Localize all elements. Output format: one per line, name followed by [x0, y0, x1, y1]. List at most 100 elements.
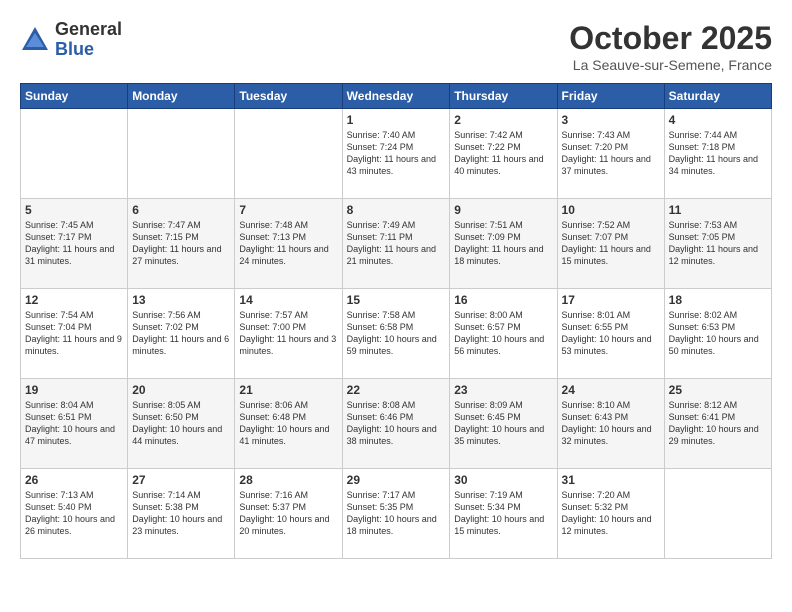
week-row-2: 12 Sunrise: 7:54 AM Sunset: 7:04 PM Dayli…: [21, 289, 772, 379]
calendar-cell: 16Sunrise: 8:00 AM Sunset: 6:57 PM Dayli…: [450, 289, 557, 379]
calendar-cell: 13Sunrise: 7:56 AM Sunset: 7:02 PM Dayli…: [128, 289, 235, 379]
day-number: 12: [25, 293, 123, 307]
day-number: 23: [454, 383, 552, 397]
day-number: 9: [454, 203, 552, 217]
day-info: Sunrise: 8:00 AM Sunset: 6:57 PM Dayligh…: [454, 309, 552, 358]
day-info: Sunrise: 7:16 AM Sunset: 5:37 PM Dayligh…: [239, 489, 337, 538]
day-number: 6: [132, 203, 230, 217]
calendar-cell: [128, 109, 235, 199]
day-info: Sunrise: 7:57 AM Sunset: 7:00 PM Dayligh…: [239, 309, 337, 358]
calendar-cell: 4Sunrise: 7:44 AM Sunset: 7:18 PM Daylig…: [664, 109, 771, 199]
day-number: 22: [347, 383, 446, 397]
day-info: Sunrise: 7:53 AM Sunset: 7:05 PM Dayligh…: [669, 219, 767, 268]
calendar-cell: 10 Sunrise: 7:52 AM Sunset: 7:07 PM Dayli…: [557, 199, 664, 289]
day-number: 7: [239, 203, 337, 217]
day-info: Sunrise: 7:14 AM Sunset: 5:38 PM Dayligh…: [132, 489, 230, 538]
weekday-header-sunday: Sunday: [21, 84, 128, 109]
calendar-cell: [235, 109, 342, 199]
calendar-cell: 2 Sunrise: 7:42 AM Sunset: 7:22 PM Daylig…: [450, 109, 557, 199]
calendar-cell: 6 Sunrise: 7:47 AM Sunset: 7:15 PM Daylig…: [128, 199, 235, 289]
day-info: Sunrise: 8:09 AM Sunset: 6:45 PM Dayligh…: [454, 399, 552, 448]
day-info: Sunrise: 7:42 AM Sunset: 7:22 PM Dayligh…: [454, 129, 552, 178]
day-number: 24: [562, 383, 660, 397]
day-number: 3: [562, 113, 660, 127]
day-number: 5: [25, 203, 123, 217]
calendar-cell: 11 Sunrise: 7:53 AM Sunset: 7:05 PM Dayli…: [664, 199, 771, 289]
day-number: 28: [239, 473, 337, 487]
day-info: Sunrise: 7:45 AM Sunset: 7:17 PM Dayligh…: [25, 219, 123, 268]
day-info: Sunrise: 8:04 AM Sunset: 6:51 PM Dayligh…: [25, 399, 123, 448]
calendar-cell: 25 Sunrise: 8:12 AM Sunset: 6:41 PM Dayli…: [664, 379, 771, 469]
calendar-cell: 5 Sunrise: 7:45 AM Sunset: 7:17 PM Daylig…: [21, 199, 128, 289]
day-info: Sunrise: 7:47 AM Sunset: 7:15 PM Dayligh…: [132, 219, 230, 268]
day-info: Sunrise: 7:49 AM Sunset: 7:11 PM Dayligh…: [347, 219, 446, 268]
day-number: 11: [669, 203, 767, 217]
weekday-header-row: SundayMondayTuesdayWednesdayThursdayFrid…: [21, 84, 772, 109]
calendar-cell: 1 Sunrise: 7:40 AM Sunset: 7:24 PM Daylig…: [342, 109, 450, 199]
calendar-cell: 19 Sunrise: 8:04 AM Sunset: 6:51 PM Dayli…: [21, 379, 128, 469]
calendar-header: SundayMondayTuesdayWednesdayThursdayFrid…: [21, 84, 772, 109]
day-info: Sunrise: 7:19 AM Sunset: 5:34 PM Dayligh…: [454, 489, 552, 538]
day-info: Sunrise: 8:12 AM Sunset: 6:41 PM Dayligh…: [669, 399, 767, 448]
calendar-cell: [664, 469, 771, 559]
day-number: 31: [562, 473, 660, 487]
day-info: Sunrise: 7:40 AM Sunset: 7:24 PM Dayligh…: [347, 129, 446, 178]
calendar-cell: 3Sunrise: 7:43 AM Sunset: 7:20 PM Daylig…: [557, 109, 664, 199]
title-block: October 2025 La Seauve-sur-Semene, Franc…: [569, 20, 772, 73]
day-info: Sunrise: 7:17 AM Sunset: 5:35 PM Dayligh…: [347, 489, 446, 538]
day-number: 14: [239, 293, 337, 307]
calendar-cell: 18Sunrise: 8:02 AM Sunset: 6:53 PM Dayli…: [664, 289, 771, 379]
calendar-cell: 7Sunrise: 7:48 AM Sunset: 7:13 PM Daylig…: [235, 199, 342, 289]
page-header: General Blue October 2025 La Seauve-sur-…: [20, 20, 772, 73]
day-number: 21: [239, 383, 337, 397]
week-row-4: 26Sunrise: 7:13 AM Sunset: 5:40 PM Dayli…: [21, 469, 772, 559]
weekday-header-friday: Friday: [557, 84, 664, 109]
day-number: 2: [454, 113, 552, 127]
day-number: 25: [669, 383, 767, 397]
day-info: Sunrise: 7:51 AM Sunset: 7:09 PM Dayligh…: [454, 219, 552, 268]
calendar-cell: 8 Sunrise: 7:49 AM Sunset: 7:11 PM Daylig…: [342, 199, 450, 289]
calendar-cell: 26Sunrise: 7:13 AM Sunset: 5:40 PM Dayli…: [21, 469, 128, 559]
calendar-body: 1 Sunrise: 7:40 AM Sunset: 7:24 PM Daylig…: [21, 109, 772, 559]
day-info: Sunrise: 7:20 AM Sunset: 5:32 PM Dayligh…: [562, 489, 660, 538]
week-row-3: 19 Sunrise: 8:04 AM Sunset: 6:51 PM Dayli…: [21, 379, 772, 469]
calendar-cell: 29 Sunrise: 7:17 AM Sunset: 5:35 PM Dayli…: [342, 469, 450, 559]
day-info: Sunrise: 7:56 AM Sunset: 7:02 PM Dayligh…: [132, 309, 230, 358]
calendar-cell: 28 Sunrise: 7:16 AM Sunset: 5:37 PM Dayli…: [235, 469, 342, 559]
day-info: Sunrise: 7:52 AM Sunset: 7:07 PM Dayligh…: [562, 219, 660, 268]
day-info: Sunrise: 8:06 AM Sunset: 6:48 PM Dayligh…: [239, 399, 337, 448]
calendar-cell: 24Sunrise: 8:10 AM Sunset: 6:43 PM Dayli…: [557, 379, 664, 469]
day-number: 20: [132, 383, 230, 397]
day-info: Sunrise: 8:01 AM Sunset: 6:55 PM Dayligh…: [562, 309, 660, 358]
week-row-1: 5 Sunrise: 7:45 AM Sunset: 7:17 PM Daylig…: [21, 199, 772, 289]
location-text: La Seauve-sur-Semene, France: [569, 57, 772, 73]
day-number: 1: [347, 113, 446, 127]
day-number: 19: [25, 383, 123, 397]
logo-icon: [20, 25, 50, 55]
day-number: 18: [669, 293, 767, 307]
weekday-header-monday: Monday: [128, 84, 235, 109]
calendar-cell: [21, 109, 128, 199]
calendar-table: SundayMondayTuesdayWednesdayThursdayFrid…: [20, 83, 772, 559]
calendar-cell: 22 Sunrise: 8:08 AM Sunset: 6:46 PM Dayli…: [342, 379, 450, 469]
day-number: 30: [454, 473, 552, 487]
day-number: 29: [347, 473, 446, 487]
day-number: 10: [562, 203, 660, 217]
day-number: 27: [132, 473, 230, 487]
calendar-cell: 30 Sunrise: 7:19 AM Sunset: 5:34 PM Dayli…: [450, 469, 557, 559]
logo: General Blue: [20, 20, 122, 60]
day-info: Sunrise: 7:13 AM Sunset: 5:40 PM Dayligh…: [25, 489, 123, 538]
calendar-cell: 21 Sunrise: 8:06 AM Sunset: 6:48 PM Dayli…: [235, 379, 342, 469]
calendar-cell: 9 Sunrise: 7:51 AM Sunset: 7:09 PM Daylig…: [450, 199, 557, 289]
day-info: Sunrise: 7:54 AM Sunset: 7:04 PM Dayligh…: [25, 309, 123, 358]
calendar-cell: 15Sunrise: 7:58 AM Sunset: 6:58 PM Dayli…: [342, 289, 450, 379]
calendar-cell: 20Sunrise: 8:05 AM Sunset: 6:50 PM Dayli…: [128, 379, 235, 469]
logo-blue-text: Blue: [55, 40, 122, 60]
month-title: October 2025: [569, 20, 772, 57]
day-number: 8: [347, 203, 446, 217]
logo-text: General Blue: [55, 20, 122, 60]
day-info: Sunrise: 8:08 AM Sunset: 6:46 PM Dayligh…: [347, 399, 446, 448]
day-number: 15: [347, 293, 446, 307]
calendar-cell: 14 Sunrise: 7:57 AM Sunset: 7:00 PM Dayli…: [235, 289, 342, 379]
weekday-header-tuesday: Tuesday: [235, 84, 342, 109]
